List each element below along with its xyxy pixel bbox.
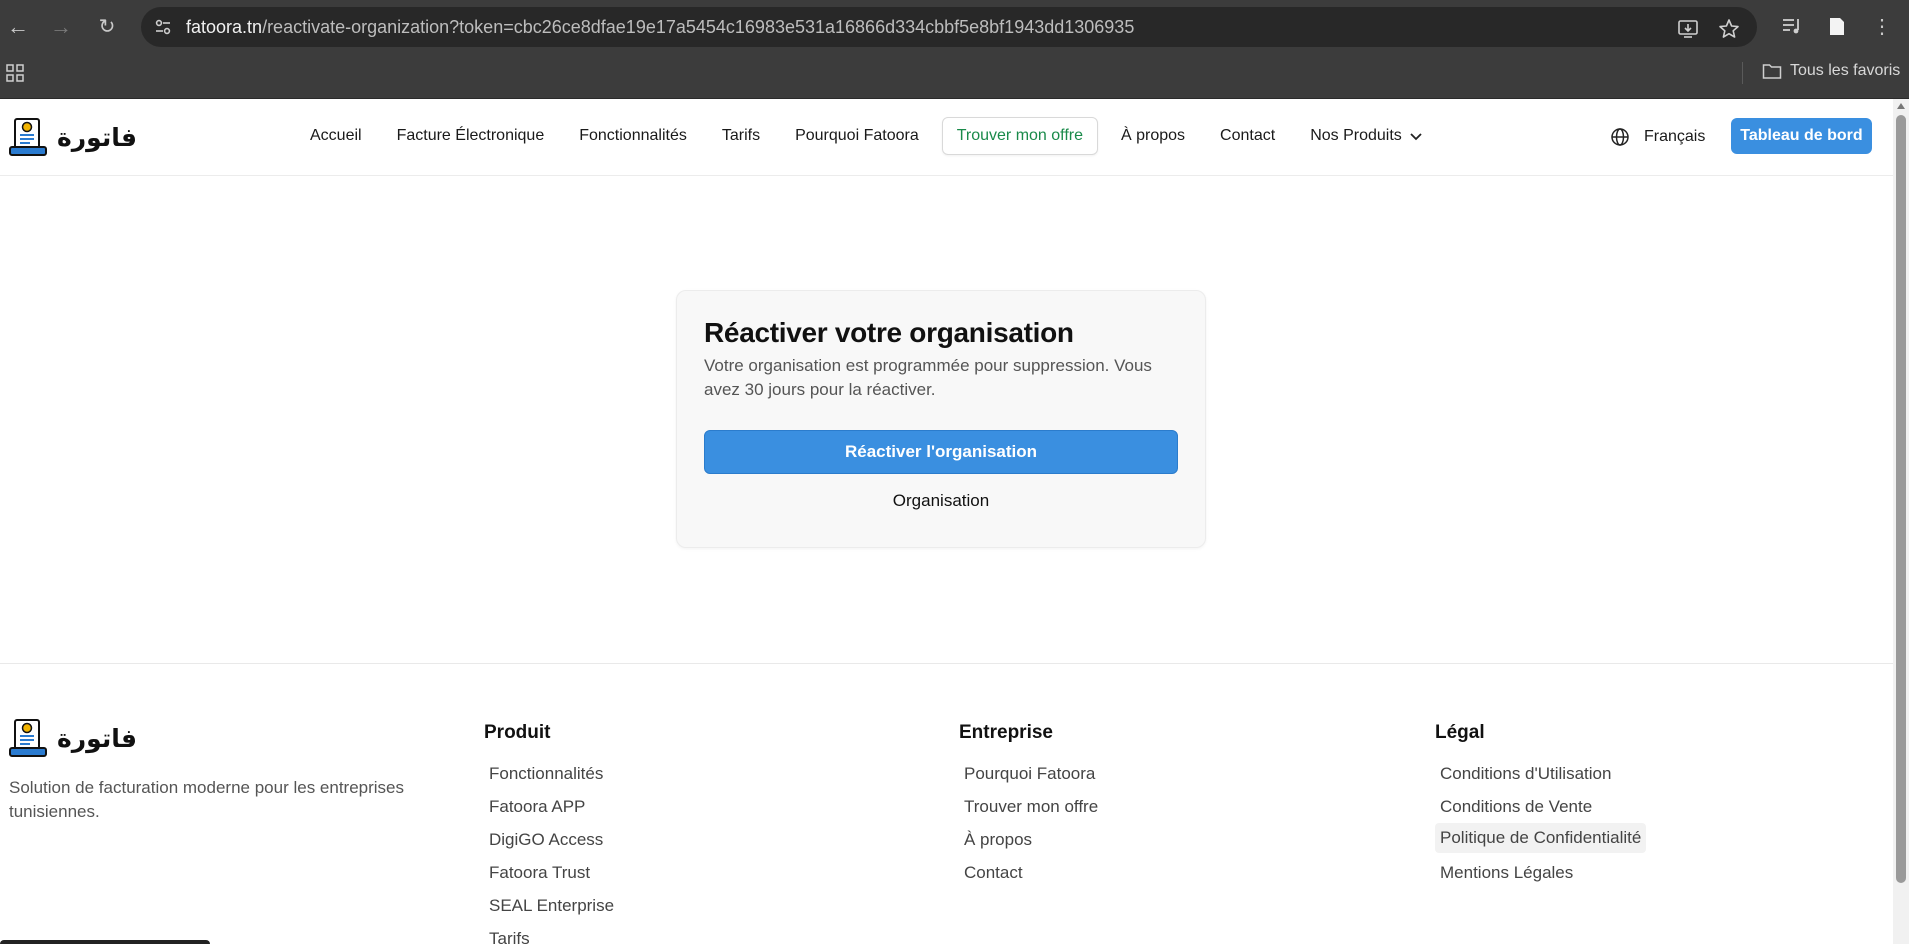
- browser-toolbar: ← → ↻ fatoora.tn/reactivate-organization…: [0, 0, 1909, 54]
- nav-facture-electronique[interactable]: Facture Électronique: [385, 117, 557, 155]
- reload-button[interactable]: ↻: [93, 13, 121, 41]
- card-title: Réactiver votre organisation: [704, 317, 1074, 348]
- all-bookmarks-label: Tous les favoris: [1790, 62, 1901, 79]
- nav-a-propos[interactable]: À propos: [1109, 117, 1197, 155]
- all-bookmarks-folder[interactable]: Tous les favoris: [1762, 62, 1900, 80]
- organisation-link[interactable]: Organisation: [704, 487, 1178, 515]
- dashboard-button[interactable]: Tableau de bord: [1731, 118, 1872, 154]
- reading-list-icon[interactable]: [1780, 14, 1804, 38]
- nav-pourquoi-fatoora[interactable]: Pourquoi Fatoora: [783, 117, 931, 155]
- nav-nos-produits-label: Nos Produits: [1310, 127, 1402, 144]
- footer-link-mentions-legales[interactable]: Mentions Légales: [1435, 856, 1646, 889]
- footer-logo-text: فاتورة: [57, 723, 137, 753]
- address-bar[interactable]: fatoora.tn/reactivate-organization?token…: [141, 7, 1757, 47]
- nav-tarifs[interactable]: Tarifs: [710, 117, 772, 155]
- footer-column-legal: Légal Conditions d'Utilisation Condition…: [1435, 722, 1647, 889]
- footer-link-fatoora-app[interactable]: Fatoora APP: [484, 790, 614, 823]
- footer-column-produit: Produit Fonctionnalités Fatoora APP Digi…: [484, 722, 614, 944]
- forward-button[interactable]: →: [47, 13, 75, 41]
- footer-link-pourquoi-fatoora[interactable]: Pourquoi Fatoora: [959, 757, 1098, 790]
- language-label: Français: [1644, 128, 1706, 145]
- footer-link-seal-enterprise[interactable]: SEAL Enterprise: [484, 889, 614, 922]
- footer-column-entreprise: Entreprise Pourquoi Fatoora Trouver mon …: [959, 722, 1098, 889]
- url-text[interactable]: fatoora.tn/reactivate-organization?token…: [186, 17, 1134, 38]
- page-scrollbar[interactable]: [1893, 99, 1909, 944]
- nav-accueil[interactable]: Accueil: [298, 117, 374, 155]
- footer-link-tarifs[interactable]: Tarifs: [484, 922, 614, 944]
- language-selector[interactable]: Français: [1610, 127, 1705, 147]
- footer-link-fonctionnalites[interactable]: Fonctionnalités: [484, 757, 614, 790]
- footer-heading-legal: Légal: [1435, 722, 1485, 743]
- bookmark-star-icon[interactable]: [1718, 18, 1740, 40]
- scrollbar-thumb[interactable]: [1896, 115, 1906, 883]
- footer-divider: [0, 663, 1893, 664]
- globe-icon: [1611, 128, 1629, 146]
- footer-link-trouver-mon-offre[interactable]: Trouver mon offre: [959, 790, 1098, 823]
- site-header: فاتورة Accueil Facture Électronique Fonc…: [0, 99, 1893, 176]
- nav-nos-produits[interactable]: Nos Produits: [1298, 117, 1436, 155]
- footer-link-digigo-access[interactable]: DigiGO Access: [484, 823, 614, 856]
- bottom-floating-bar: [0, 940, 210, 944]
- url-host: fatoora.tn: [186, 17, 263, 37]
- chevron-down-icon: [1410, 133, 1422, 141]
- header-logo[interactable]: فاتورة: [9, 117, 137, 157]
- main-navigation: Accueil Facture Électronique Fonctionnal…: [298, 117, 1447, 155]
- footer-tagline: Solution de facturation moderne pour les…: [9, 778, 405, 821]
- reactivate-button[interactable]: Réactiver l'organisation: [704, 430, 1178, 474]
- footer-link-conditions-vente[interactable]: Conditions de Vente: [1435, 790, 1646, 823]
- footer-logo[interactable]: فاتورة: [9, 718, 137, 758]
- bookmarks-bar: [0, 54, 1909, 99]
- folder-icon: [1762, 64, 1782, 79]
- apps-grid-icon[interactable]: [6, 64, 24, 82]
- footer-link-politique-confidentialite[interactable]: Politique de Confidentialité: [1435, 823, 1647, 853]
- footer-heading-produit: Produit: [484, 722, 551, 743]
- bookmarks-separator: [1742, 62, 1743, 84]
- nav-trouver-mon-offre[interactable]: Trouver mon offre: [941, 117, 1098, 155]
- reactivate-card: Réactiver votre organisation Votre organ…: [676, 290, 1206, 548]
- site-info-icon[interactable]: [153, 17, 173, 37]
- scroll-up-icon[interactable]: [1897, 103, 1905, 109]
- invoice-logo-icon: [9, 719, 47, 757]
- menu-kebab-icon[interactable]: ⋮: [1868, 13, 1896, 41]
- footer-link-conditions-utilisation[interactable]: Conditions d'Utilisation: [1435, 757, 1646, 790]
- footer-heading-entreprise: Entreprise: [959, 722, 1053, 743]
- install-app-icon[interactable]: [1677, 18, 1699, 40]
- nav-fonctionnalites[interactable]: Fonctionnalités: [567, 117, 699, 155]
- card-description: Votre organisation est programmée pour s…: [704, 356, 1152, 399]
- footer-link-fatoora-trust[interactable]: Fatoora Trust: [484, 856, 614, 889]
- profile-avatar-icon[interactable]: [1825, 14, 1849, 38]
- url-path: /reactivate-organization?token=cbc26ce8d…: [262, 17, 1135, 37]
- logo-text: فاتورة: [57, 122, 137, 152]
- footer-link-a-propos[interactable]: À propos: [959, 823, 1098, 856]
- invoice-logo-icon: [9, 118, 47, 156]
- back-button[interactable]: ←: [4, 13, 32, 41]
- footer-link-contact[interactable]: Contact: [959, 856, 1098, 889]
- nav-contact[interactable]: Contact: [1208, 117, 1287, 155]
